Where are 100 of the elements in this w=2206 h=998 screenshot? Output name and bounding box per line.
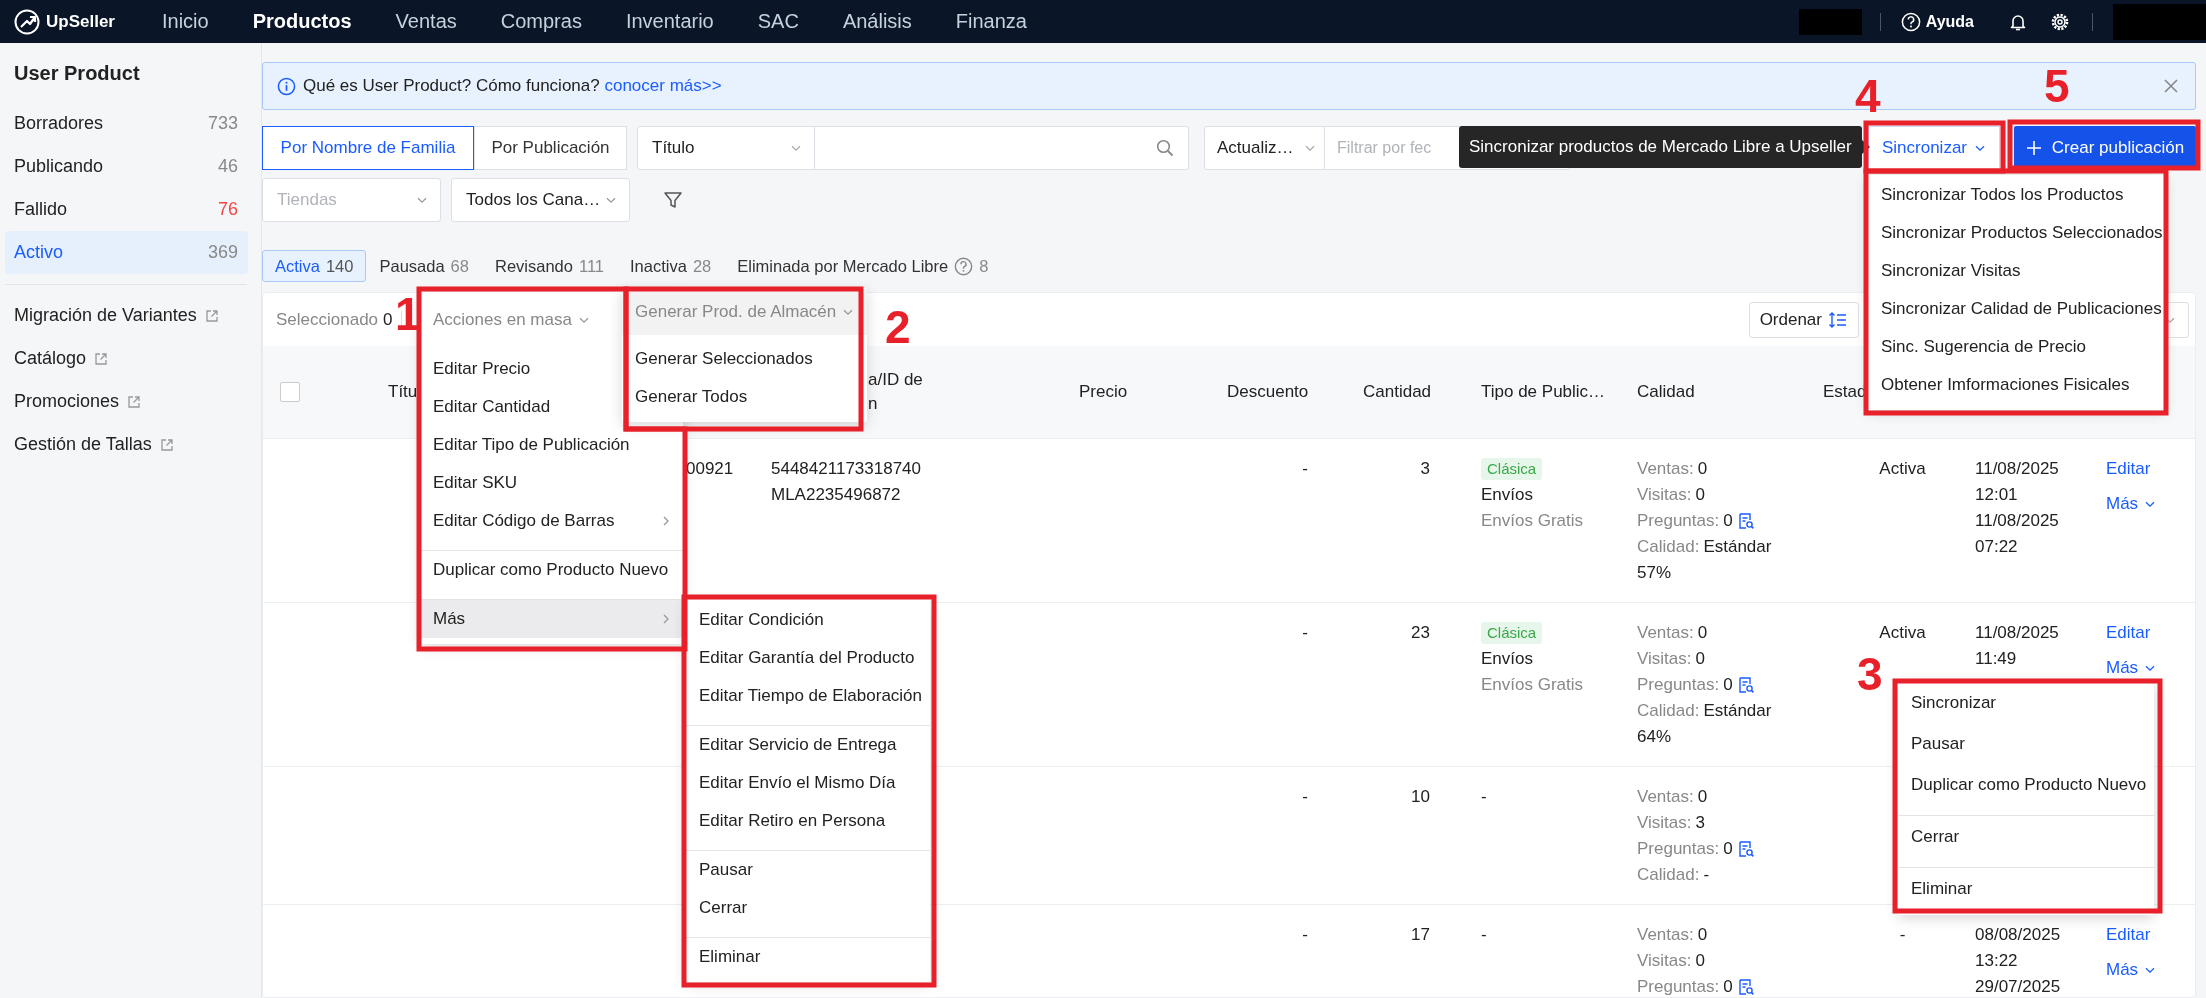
menu-item[interactable]: Editar Código de Barras (420, 502, 683, 540)
status-tab[interactable]: Revisando 111 (481, 250, 618, 282)
menu-item[interactable]: Editar SKU (420, 464, 683, 502)
filter-icon[interactable] (662, 189, 684, 211)
nav-link[interactable]: Ventas (395, 10, 457, 33)
sidebar-link[interactable]: Gestión de Tallas (14, 434, 152, 455)
menu-item[interactable]: Sincronizar Todos los Productos (1868, 176, 2165, 214)
menu-item[interactable]: Generar Seleccionados (622, 340, 868, 378)
nav-link[interactable]: Inicio (162, 10, 209, 33)
table-cell: - (1302, 623, 1308, 642)
menu-item[interactable]: Duplicar como Producto Nuevo (1898, 764, 2154, 805)
table-cell: 3 (1420, 459, 1430, 478)
menu-item[interactable]: Editar Envío el Mismo Día (686, 764, 930, 802)
help-link[interactable]: Ayuda (1900, 11, 1974, 32)
menu-item[interactable]: Sinc. Sugerencia de Precio (1868, 328, 2165, 366)
nav-link[interactable]: SAC (757, 10, 799, 33)
menu-item[interactable]: Sincronizar Calidad de Publicaciones (1868, 290, 2165, 328)
menu-item[interactable]: Editar Servicio de Entrega (686, 725, 930, 764)
mode-tab[interactable]: Por Nombre de Familia (262, 126, 474, 170)
close-icon[interactable] (2163, 78, 2179, 94)
column-header: Calidad (1637, 382, 1695, 401)
menu-item[interactable]: Obtener Imformaciones Fisicales (1868, 366, 2165, 404)
menu-item[interactable]: Más (420, 599, 683, 638)
questions-icon[interactable] (1736, 840, 1755, 858)
nav-link[interactable]: Análisis (842, 10, 912, 33)
stat-label: Ventas: (1637, 924, 1694, 946)
external-link-icon (204, 308, 219, 323)
edit-link[interactable]: Editar (2106, 620, 2151, 646)
annotation-number: 1 (395, 290, 421, 338)
status-tab[interactable]: Activa 140 (262, 250, 367, 282)
mode-tab[interactable]: Por Publicación (474, 126, 627, 170)
stat-value: 0 (1697, 786, 1708, 808)
more-link[interactable]: Más (2106, 957, 2157, 983)
listing-id: MLA2235496872 (771, 484, 901, 506)
questions-icon[interactable] (1736, 676, 1755, 694)
sidebar-title: User Product (13, 61, 141, 86)
nav-link[interactable]: Productos (252, 10, 352, 33)
status-tab[interactable]: Inactiva 28 (617, 250, 725, 282)
menu-item[interactable]: Sincronizar Visitas (1868, 252, 2165, 290)
more-link[interactable]: Más (2106, 655, 2157, 681)
learn-more-link[interactable]: conocer más>> (604, 76, 722, 95)
nav-link[interactable]: Inventario (625, 10, 714, 33)
table-cell-text: - (1481, 786, 1487, 808)
column-header: Cantidad (1363, 382, 1432, 401)
menu-item[interactable]: Editar Tiempo de Elaboración (686, 677, 930, 715)
questions-icon[interactable] (1736, 512, 1755, 530)
menu-item[interactable]: Pausar (1898, 723, 2154, 764)
info-icon (277, 76, 296, 96)
logo-icon (14, 8, 40, 35)
menu-item[interactable]: Duplicar como Producto Nuevo (420, 550, 683, 589)
stat-value: 0 (1695, 950, 1705, 972)
stat-value: Estándar (1703, 536, 1772, 558)
stat-value: 0 (1697, 622, 1708, 644)
status-text: - (1899, 925, 1906, 944)
menu-item[interactable]: Editar Condición (686, 601, 930, 639)
menu-item[interactable]: Editar Garantía del Producto (686, 639, 930, 677)
sync-dropdown-button[interactable]: Sincronizar (1868, 126, 2000, 170)
edit-link[interactable]: Editar (2106, 922, 2151, 948)
shipping-text: Envíos (1481, 484, 1533, 506)
stat-value: 0 (1697, 458, 1708, 480)
date-text: 07:22 (1975, 536, 2018, 558)
sidebar-link[interactable]: Catálogo (14, 348, 87, 369)
sidebar-item[interactable]: Fallido 76 (5, 188, 248, 231)
edit-link[interactable]: Editar (2106, 456, 2151, 482)
sort-button[interactable]: Ordenar (1748, 301, 1859, 338)
status-tab[interactable]: Pausada 68 (366, 250, 482, 282)
sidebar-item[interactable]: Borradores 733 (5, 102, 248, 145)
sidebar-link[interactable]: Migración de Variantes (14, 305, 197, 326)
sidebar-item[interactable]: Activo 369 (5, 231, 248, 274)
annotation-number: 2 (885, 303, 911, 351)
stat-label: Visitas: (1637, 484, 1692, 506)
sidebar-link[interactable]: Promociones (14, 391, 120, 412)
stat-value: 0 (1695, 648, 1705, 670)
nav-link[interactable]: Finanza (955, 10, 1027, 33)
help-icon (954, 256, 974, 276)
settings-icon[interactable] (2050, 11, 2070, 32)
menu-item[interactable]: Sincronizar (1898, 682, 2154, 723)
sidebar-item[interactable]: Publicando 46 (5, 145, 248, 188)
stat-value: 64% (1637, 726, 1672, 748)
stat-label: Visitas: (1637, 812, 1692, 834)
status-text: Activa (1879, 623, 1926, 642)
menu-item[interactable]: Eliminar (686, 937, 930, 976)
channel-select[interactable]: Todos los Cana… (451, 178, 630, 222)
listing-type-tag: Clásica (1481, 458, 1543, 480)
status-tab[interactable]: Eliminada por Mercado Libre 8 (724, 250, 1002, 282)
nav-link[interactable]: Compras (500, 10, 582, 33)
questions-icon[interactable] (1736, 978, 1755, 996)
table-cell: 17 (1411, 925, 1430, 944)
menu-item[interactable]: Editar Tipo de Publicación (420, 426, 683, 464)
menu-item[interactable]: Cerrar (686, 889, 930, 927)
checkbox[interactable] (280, 382, 300, 402)
stat-label: Ventas: (1637, 786, 1694, 808)
more-link[interactable]: Más (2106, 491, 2157, 517)
menu-item[interactable]: Editar Retiro en Persona (686, 802, 930, 840)
menu-item[interactable]: Generar Todos (622, 378, 868, 416)
menu-item[interactable]: Sincronizar Productos Seleccionados (1868, 214, 2165, 252)
menu-item[interactable]: Cerrar (1898, 815, 2154, 857)
menu-item[interactable]: Pausar (686, 850, 930, 889)
menu-item[interactable]: Eliminar (1898, 867, 2154, 909)
stat-label: Calidad: (1637, 864, 1700, 886)
